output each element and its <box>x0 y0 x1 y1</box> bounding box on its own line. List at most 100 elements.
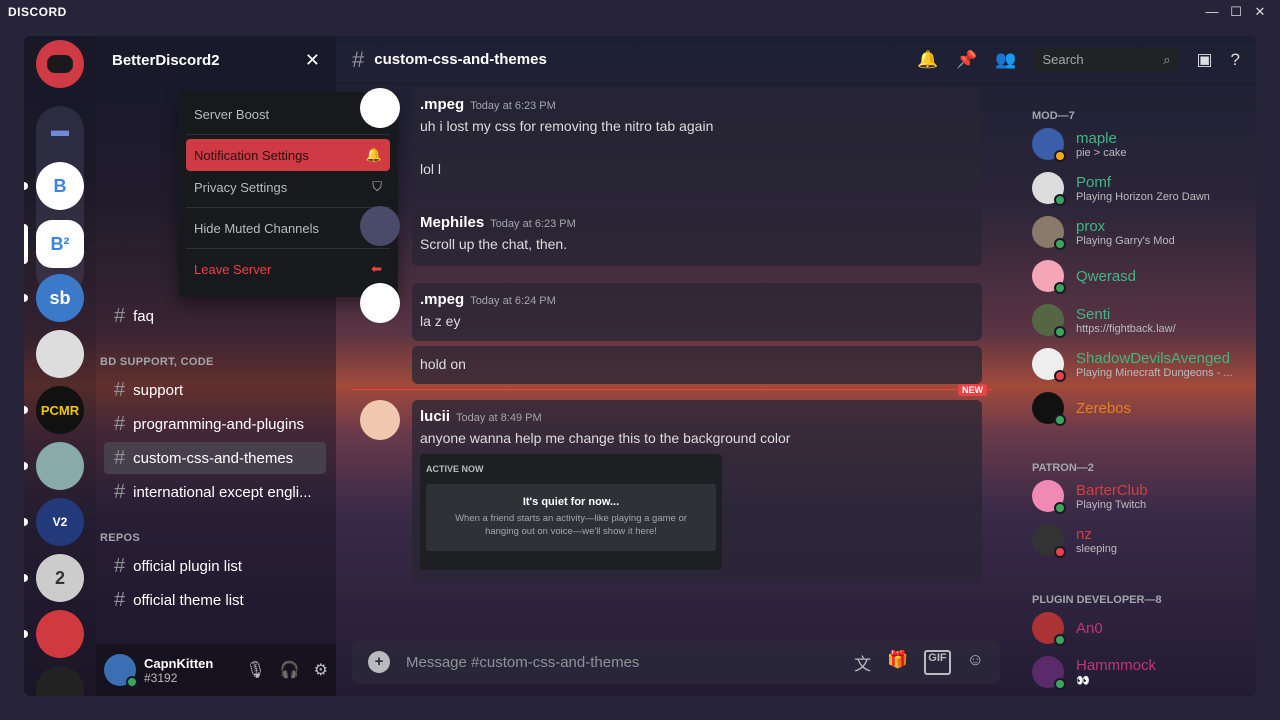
avatar[interactable] <box>360 206 400 246</box>
user-panel: CapnKitten #3192 🎙 🎧 ⚙ <box>96 644 336 696</box>
channel-label: international except engli... <box>133 483 312 501</box>
channel-faq[interactable]: # faq <box>104 300 326 332</box>
active-now-embed: ACTIVE NOW It's quiet for now... When a … <box>420 454 722 570</box>
message-author[interactable]: Mephiles <box>420 214 484 231</box>
message-timestamp: Today at 8:49 PM <box>456 412 542 424</box>
member-group-header: MOD—7 <box>1032 110 1075 122</box>
gift-icon[interactable]: 🎁 <box>887 650 908 675</box>
channel-support[interactable]: # support <box>104 374 326 406</box>
member-item[interactable]: maple pie > cake <box>1032 128 1252 162</box>
help-icon[interactable]: ? <box>1231 50 1240 70</box>
member-item[interactable]: Senti https://fightback.law/ <box>1032 304 1252 338</box>
guild-header[interactable]: BetterDiscord2 ✕ <box>96 36 336 84</box>
member-name: Senti <box>1076 305 1111 323</box>
gear-icon[interactable]: ⚙ <box>314 660 328 680</box>
member-name: Zerebos <box>1076 399 1132 417</box>
category-repos[interactable]: REPOS <box>100 532 140 544</box>
avatar[interactable] <box>104 654 138 688</box>
avatar <box>1032 304 1066 338</box>
member-item[interactable]: prox Playing Garry's Mod <box>1032 216 1252 250</box>
channel-plugin-list[interactable]: # official plugin list <box>104 550 326 582</box>
avatar <box>1032 612 1066 646</box>
server-bd2[interactable]: B² <box>36 220 84 268</box>
bell-icon: 🔔 <box>365 147 382 162</box>
avatar <box>1032 656 1066 690</box>
message-text: anyone wanna help me change this to the … <box>420 430 791 446</box>
channel-sidebar: BetterDiscord2 ✕ # faq BD SUPPORT, CODE #… <box>96 36 398 696</box>
member-item[interactable]: An0 <box>1032 612 1252 646</box>
search-placeholder: Search <box>1042 52 1084 67</box>
home-button[interactable] <box>36 40 84 88</box>
member-name: An0 <box>1076 619 1103 637</box>
member-status: pie > cake <box>1076 146 1127 159</box>
category-support[interactable]: BD SUPPORT, CODE <box>100 356 214 368</box>
hash-icon: # <box>114 446 126 469</box>
maximize-button[interactable]: ☐ <box>1224 4 1248 20</box>
server-dark[interactable] <box>36 666 84 696</box>
member-item[interactable]: BarterClub Playing Twitch <box>1032 480 1252 514</box>
avatar[interactable] <box>360 400 400 440</box>
server-v2[interactable]: V2 <box>36 498 84 546</box>
member-item[interactable]: Pomf Playing Horizon Zero Dawn <box>1032 172 1252 206</box>
message-input[interactable]: + Message #custom-css-and-themes 文 🎁 GIF… <box>352 640 1000 684</box>
search-input[interactable]: Search ⌕ <box>1034 47 1179 72</box>
message-author[interactable]: .mpeg <box>420 291 464 308</box>
gif-icon[interactable]: GIF <box>924 649 951 675</box>
server-red[interactable] <box>36 610 84 658</box>
server-sb[interactable]: sb <box>36 274 84 322</box>
channel-label: faq <box>133 307 154 325</box>
member-name: prox <box>1076 217 1106 235</box>
member-item[interactable]: Qwerasd <box>1032 260 1252 294</box>
message-timestamp: Today at 6:23 PM <box>470 100 556 112</box>
server-bd[interactable]: B <box>36 162 84 210</box>
username: CapnKitten <box>144 655 214 671</box>
bell-icon[interactable]: 🔔 <box>917 50 938 70</box>
status-indicator <box>1054 634 1066 646</box>
member-item[interactable]: nz sleeping <box>1032 524 1252 558</box>
guild-context-menu: Server Boost◈ Notification Settings 🔔 Pri… <box>178 92 398 297</box>
channel-theme-list[interactable]: # official theme list <box>104 584 326 616</box>
channel-custom-css[interactable]: # custom-css-and-themes <box>104 442 326 474</box>
message-author[interactable]: .mpeg <box>420 96 464 113</box>
member-name: BarterClub <box>1076 481 1148 499</box>
member-item[interactable]: Hammmock 👀 <box>1032 656 1252 690</box>
menu-privacy-settings[interactable]: Privacy Settings ⛉ <box>186 171 390 203</box>
members-icon[interactable]: 👥 <box>995 50 1016 70</box>
translate-icon[interactable]: 文 <box>854 650 871 675</box>
avatar[interactable] <box>360 283 400 323</box>
minimize-button[interactable]: — <box>1200 4 1224 20</box>
server-2[interactable]: 2 <box>36 554 84 602</box>
menu-label: Leave Server <box>194 261 272 277</box>
inbox-icon[interactable]: ▣ <box>1196 50 1212 70</box>
menu-label: Hide Muted Channels <box>194 220 320 236</box>
member-name: Hammmock <box>1076 657 1157 674</box>
message-text: la z ey <box>420 313 461 329</box>
menu-server-boost[interactable]: Server Boost◈ <box>186 98 390 130</box>
channel-programming[interactable]: # programming-and-plugins <box>104 408 326 440</box>
close-icon[interactable]: ✕ <box>305 50 320 71</box>
member-item[interactable]: Zerebos <box>1032 392 1252 426</box>
menu-notification-settings[interactable]: Notification Settings 🔔 <box>186 139 390 171</box>
server-pcmr[interactable]: PCMR <box>36 386 84 434</box>
server-r6[interactable] <box>36 442 84 490</box>
message-timestamp: Today at 6:24 PM <box>470 295 556 307</box>
status-indicator <box>1054 546 1066 558</box>
channel-international[interactable]: # international except engli... <box>104 476 326 508</box>
new-badge: NEW <box>958 384 987 396</box>
upload-icon[interactable]: + <box>368 651 390 673</box>
pin-icon[interactable]: 📌 <box>956 50 977 70</box>
headphones-icon[interactable]: 🎧 <box>280 660 300 680</box>
emoji-icon[interactable]: ☺ <box>967 650 984 675</box>
status-indicator <box>1054 370 1066 382</box>
menu-leave-server[interactable]: Leave Server ⬅ <box>186 253 390 285</box>
member-status: sleeping <box>1076 542 1117 555</box>
microphone-icon[interactable]: 🎙 <box>245 660 265 680</box>
close-window-button[interactable]: ✕ <box>1248 4 1272 20</box>
message-author[interactable]: lucii <box>420 408 450 425</box>
server-avatar[interactable] <box>36 330 84 378</box>
member-status: Playing Twitch <box>1076 498 1147 511</box>
member-group-header: PATRON—2 <box>1032 462 1094 474</box>
member-item[interactable]: ShadowDevilsAvenged Playing Minecraft Dun… <box>1032 348 1252 382</box>
folder-icon[interactable]: ▬ <box>36 106 84 154</box>
avatar[interactable] <box>360 88 400 128</box>
